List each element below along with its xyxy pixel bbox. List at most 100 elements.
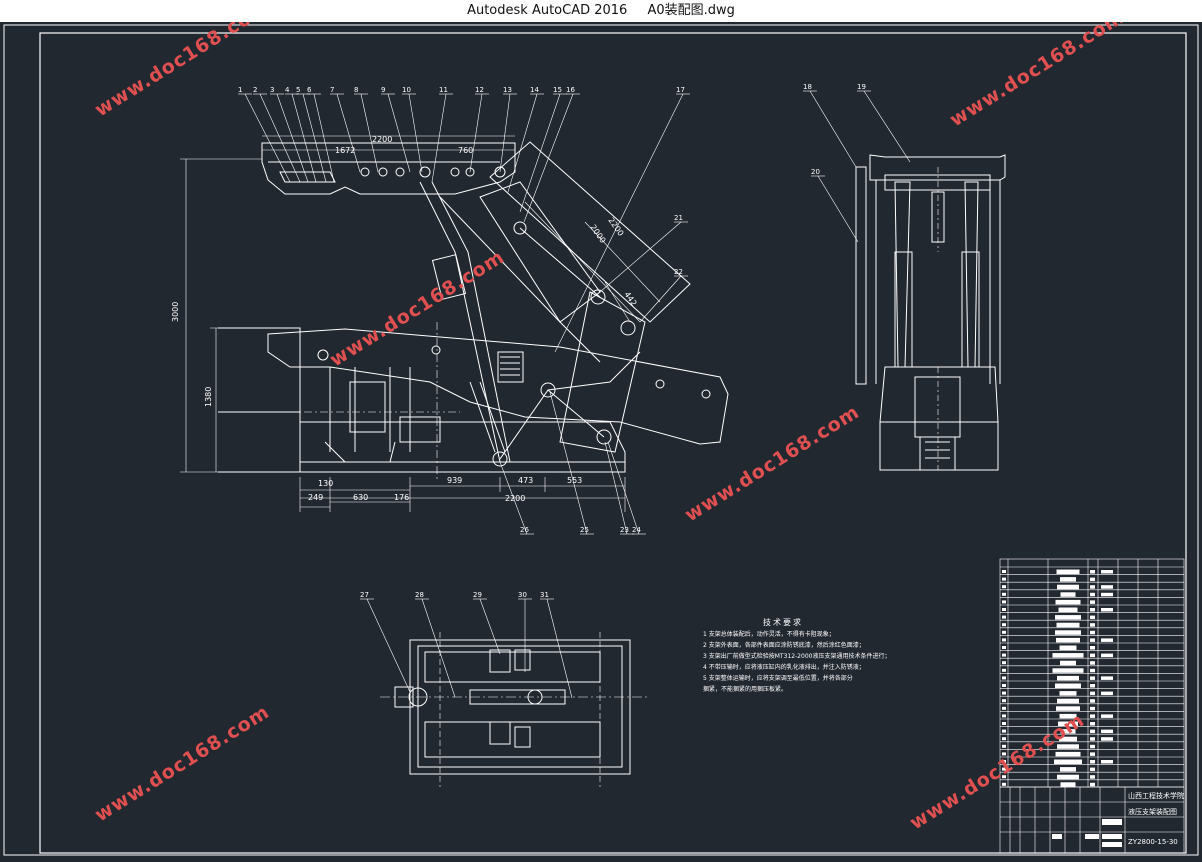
parts-list-entry <box>1057 774 1079 780</box>
parts-list-entry <box>1002 615 1006 619</box>
plan-callout-28: 28 <box>415 591 456 698</box>
side-callout-11-label: 11 <box>439 86 448 94</box>
plan-view[interactable] <box>380 632 650 787</box>
parts-list-entry <box>1090 691 1095 696</box>
front-callout-18: 18 <box>803 83 857 168</box>
parts-list-entry <box>1002 585 1006 589</box>
file-name: A0装配图.dwg <box>647 3 735 18</box>
parts-list-entry <box>1090 684 1095 688</box>
inner-frame <box>39 32 1187 854</box>
drawing-canvas[interactable]: 2200 1672 760 3000 1380 939 473 553 130 … <box>0 0 1202 858</box>
side-callout-5-label: 5 <box>296 86 300 94</box>
plan-callout-29: 29 <box>473 591 501 655</box>
parts-list-entry <box>1002 630 1006 634</box>
side-callout-7: 7 <box>330 86 361 173</box>
parts-list-entry <box>1090 600 1095 604</box>
front-callout-20: 20 <box>811 168 859 243</box>
parts-list-entry <box>1055 615 1081 620</box>
parts-list-entry <box>1101 585 1113 589</box>
side-callout-9-label: 9 <box>381 86 385 94</box>
parts-list-entry <box>1052 653 1084 658</box>
tech-requirements: 技术要求 1 支架总体装配后，动作灵活，不得有卡阻现象； 2 支架外表面，各部件表… <box>703 617 890 693</box>
front-callout-19: 19 <box>857 83 911 163</box>
parts-list-entry <box>1002 737 1006 741</box>
parts-list-entry <box>1101 676 1113 680</box>
parts-list-entry <box>1057 698 1079 704</box>
parts-list-entry <box>1101 760 1113 764</box>
app-name: Autodesk AutoCAD 2016 <box>467 3 628 18</box>
side-callout-16: 16 <box>523 86 580 223</box>
parts-list-entry <box>1060 660 1076 666</box>
parts-list-entry <box>1090 706 1095 711</box>
parts-list-entry <box>1002 623 1006 627</box>
side-callout-13-label: 13 <box>503 86 512 94</box>
parts-list-entry <box>1090 775 1095 779</box>
side-callout-22: 22 <box>639 268 688 323</box>
dim-top-right: 760 <box>458 146 473 155</box>
parts-list-entry <box>1090 608 1095 612</box>
watermark-5: www.doc168.com <box>91 701 274 826</box>
parts-list-entry <box>1058 607 1078 612</box>
dim-height-total: 3000 <box>171 302 180 322</box>
parts-list-entry <box>1090 623 1095 627</box>
side-callout-15-label: 15 <box>553 86 562 94</box>
front-callout-18-label: 18 <box>803 83 812 91</box>
parts-list-entry <box>1101 638 1113 642</box>
parts-list-entry <box>1002 608 1006 611</box>
parts-list-entry <box>1090 646 1095 650</box>
parts-list-entry <box>1090 729 1095 734</box>
side-view[interactable] <box>218 141 729 482</box>
parts-list-entry <box>1090 744 1095 749</box>
parts-list-entry <box>1002 729 1006 733</box>
parts-list-entry <box>1057 675 1079 681</box>
parts-list-entry <box>1101 691 1113 696</box>
side-callout-3-label: 3 <box>270 86 274 94</box>
outer-frame <box>3 24 1199 856</box>
dim-bottom-2: 473 <box>518 476 533 485</box>
parts-list-entry <box>1090 638 1095 642</box>
watermark-2: www.doc168.com <box>946 22 1129 131</box>
parts-list-entry <box>1002 592 1006 596</box>
parts-list-entry <box>1060 577 1076 582</box>
front-view[interactable] <box>855 154 1006 471</box>
side-callout-14-label: 14 <box>530 86 539 94</box>
watermark-1: www.doc168.com <box>91 22 274 121</box>
tech-requirement-item: 2 支架外表面，各部件表面应涂防锈底漆，然后涂红色面漆； <box>703 641 865 649</box>
parts-list-entry <box>1052 668 1084 673</box>
dim-height-lower: 1380 <box>204 387 213 407</box>
front-callout-20-label: 20 <box>811 168 820 176</box>
title-block-text: 山西工程技术学院 液压支架装配图 ZY2800-15-30 <box>1128 791 1184 846</box>
parts-list-entry <box>1090 570 1095 574</box>
side-callout-24: 24 <box>607 441 646 535</box>
parts-list-entry <box>1002 638 1006 642</box>
side-callout-4-label: 4 <box>285 86 290 94</box>
parts-list-entry <box>1090 722 1095 726</box>
side-callout-23-label: 23 <box>620 526 629 534</box>
parts-list-entry <box>1101 714 1113 718</box>
parts-list-entry <box>1060 767 1076 772</box>
parts-list-entry <box>1101 653 1113 658</box>
side-callout-13: 13 <box>499 86 517 173</box>
dim-bottom-5: 630 <box>353 493 368 502</box>
plan-callout-31-label: 31 <box>540 591 549 599</box>
drawing-name: 液压支架装配图 <box>1128 807 1177 816</box>
plan-callout-27: 27 <box>360 591 411 693</box>
side-callout-1-label: 1 <box>238 86 242 94</box>
side-callout-11: 11 <box>431 86 453 183</box>
parts-list-entry <box>1060 592 1076 597</box>
parts-list-entry <box>1090 661 1095 665</box>
school-name: 山西工程技术学院 <box>1128 791 1184 800</box>
parts-list-entry <box>1090 615 1095 620</box>
parts-list-entry <box>1055 683 1081 688</box>
parts-list-entry <box>1090 668 1095 673</box>
side-callout-25-label: 25 <box>580 526 589 534</box>
parts-list-entry <box>1056 637 1080 643</box>
parts-list-entry <box>1002 661 1006 665</box>
tech-requirement-item: 捆紧，不能捆紧的用捆压板紧。 <box>703 685 787 693</box>
plan-callout-28-label: 28 <box>415 591 424 599</box>
side-view-dimensions <box>180 135 661 512</box>
side-callout-3: 3 <box>270 86 309 183</box>
dim-bottom-1: 939 <box>447 476 462 485</box>
parts-list-entry <box>1056 569 1080 574</box>
side-callout-5: 5 <box>296 86 327 183</box>
